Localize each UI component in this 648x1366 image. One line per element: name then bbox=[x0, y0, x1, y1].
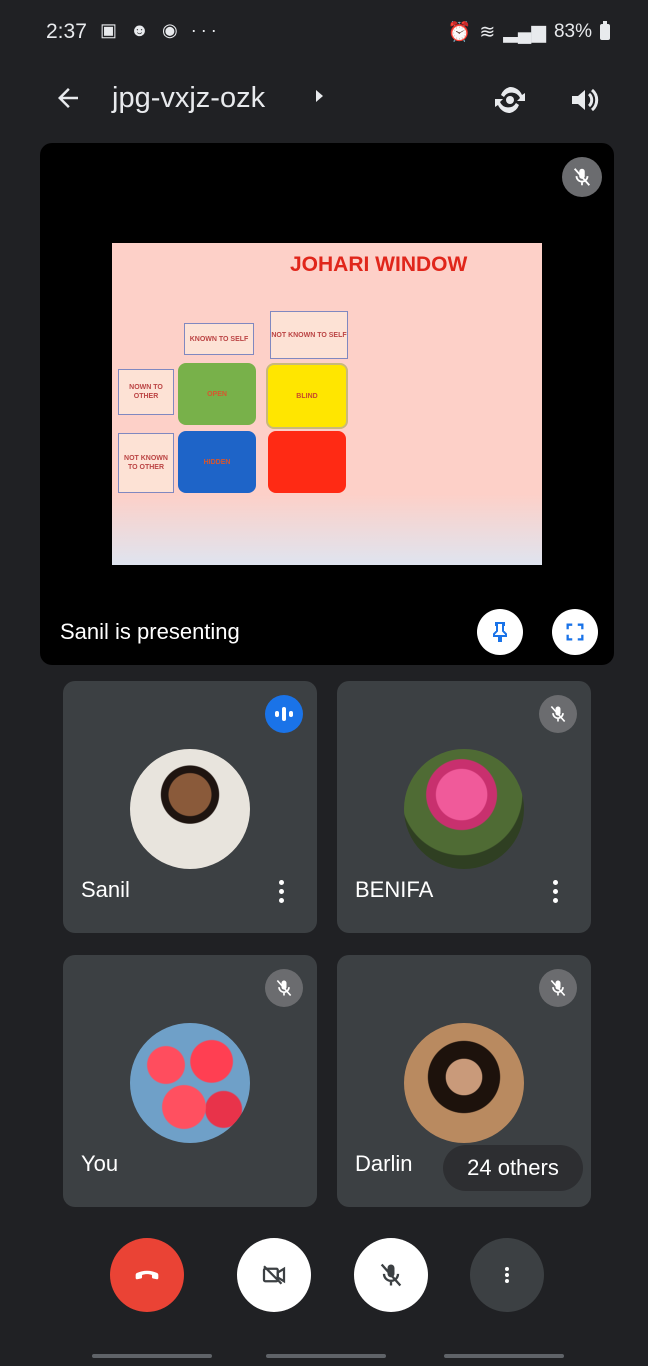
app-bar: jpg-vxjz-ozk bbox=[0, 64, 648, 134]
avatar-darlin bbox=[404, 1023, 524, 1143]
more-options-button[interactable] bbox=[470, 1238, 544, 1312]
participant-tile-benifa[interactable]: BENIFA bbox=[337, 681, 591, 933]
row-label-not-known: NOT KNOWN TO OTHER bbox=[118, 433, 174, 493]
arrow-back-icon bbox=[58, 88, 78, 108]
signal-icon: ▂▄▆ bbox=[503, 21, 546, 43]
status-right: ⏰ ≋ ▂▄▆ 83% bbox=[448, 20, 610, 44]
row-label-known: NOWN TO OTHER bbox=[118, 369, 174, 415]
switch-camera-icon bbox=[495, 87, 525, 113]
presenter-mic-off-badge bbox=[562, 157, 602, 197]
participant-tile-darlin[interactable]: Darlin 24 others bbox=[337, 955, 591, 1207]
avatar-sanil bbox=[130, 749, 250, 869]
quadrant-hidden: HIDDEN bbox=[178, 431, 256, 493]
camera-toggle-button[interactable] bbox=[237, 1238, 311, 1312]
hang-up-icon bbox=[135, 1270, 159, 1280]
fullscreen-icon bbox=[566, 623, 584, 641]
status-bar: 2:37 ▣ ☻ ◉ ··· ⏰ ≋ ▂▄▆ 83% bbox=[0, 0, 648, 64]
participant-name: Sanil bbox=[81, 877, 130, 902]
end-call-button[interactable] bbox=[110, 1238, 184, 1312]
back-button[interactable] bbox=[48, 78, 88, 118]
speaker-button[interactable] bbox=[562, 78, 606, 122]
pin-icon bbox=[493, 622, 507, 642]
participant-more-button[interactable] bbox=[261, 871, 301, 911]
call-controls bbox=[0, 1230, 648, 1320]
messenger-icon: ◉ bbox=[162, 20, 182, 40]
nav-recents[interactable] bbox=[92, 1354, 212, 1358]
more-notifications-icon: ··· bbox=[190, 20, 221, 40]
notification-icons: ▣ ☻ ◉ ··· bbox=[100, 20, 221, 41]
mic-off-icon bbox=[539, 969, 577, 1007]
speaking-indicator-icon bbox=[265, 695, 303, 733]
image-icon: ▣ bbox=[100, 20, 122, 40]
participant-name: Darlin bbox=[355, 1151, 413, 1176]
wifi-icon: ≋ bbox=[479, 21, 496, 43]
caret-right-icon[interactable] bbox=[316, 90, 323, 102]
quadrant-unknown bbox=[268, 431, 346, 493]
nav-back[interactable] bbox=[444, 1354, 564, 1358]
participant-tile-you[interactable]: You bbox=[63, 955, 317, 1207]
shared-slide: JOHARI WINDOW KNOWN TO SELF NOT KNOWN TO… bbox=[112, 243, 542, 565]
status-time: 2:37 bbox=[46, 20, 87, 43]
participant-more-button[interactable] bbox=[535, 871, 575, 911]
col-label-not-known: NOT KNOWN TO SELF bbox=[270, 311, 348, 359]
battery-percent: 83% bbox=[553, 21, 592, 42]
volume-icon bbox=[572, 88, 599, 112]
battery-icon bbox=[600, 21, 610, 40]
alarm-icon: ⏰ bbox=[447, 22, 472, 43]
mic-off-icon bbox=[539, 695, 577, 733]
avatar-benifa bbox=[404, 749, 524, 869]
videocam-off-icon bbox=[262, 1265, 286, 1285]
mic-off-icon bbox=[380, 1263, 402, 1287]
mic-toggle-button[interactable] bbox=[354, 1238, 428, 1312]
participant-tile-sanil[interactable]: Sanil bbox=[63, 681, 317, 933]
meet-call-screen: 2:37 ▣ ☻ ◉ ··· ⏰ ≋ ▂▄▆ 83% jpg-vxjz-ozk bbox=[0, 0, 648, 1366]
people-icon: ☻ bbox=[130, 20, 153, 40]
mic-off-icon bbox=[265, 969, 303, 1007]
nav-home[interactable] bbox=[266, 1354, 386, 1358]
quadrant-open: OPEN bbox=[178, 363, 256, 425]
participant-name: BENIFA bbox=[355, 877, 434, 902]
switch-camera-button[interactable] bbox=[488, 78, 532, 122]
presentation-tile[interactable]: JOHARI WINDOW KNOWN TO SELF NOT KNOWN TO… bbox=[40, 143, 614, 665]
slide-title: JOHARI WINDOW bbox=[290, 253, 468, 276]
system-nav-bar bbox=[0, 1344, 648, 1366]
more-vert-icon bbox=[505, 1267, 509, 1283]
others-count-chip[interactable]: 24 others bbox=[443, 1145, 583, 1191]
avatar-you bbox=[130, 1023, 250, 1143]
mic-off-icon bbox=[573, 168, 591, 186]
quadrant-blind: BLIND bbox=[266, 363, 348, 429]
fullscreen-button[interactable] bbox=[552, 609, 598, 655]
col-label-known: KNOWN TO SELF bbox=[184, 323, 254, 355]
participant-name: You bbox=[81, 1151, 119, 1176]
meeting-code[interactable]: jpg-vxjz-ozk bbox=[112, 82, 265, 115]
pin-button[interactable] bbox=[477, 609, 523, 655]
presenting-label: Sanil is presenting bbox=[60, 619, 240, 644]
